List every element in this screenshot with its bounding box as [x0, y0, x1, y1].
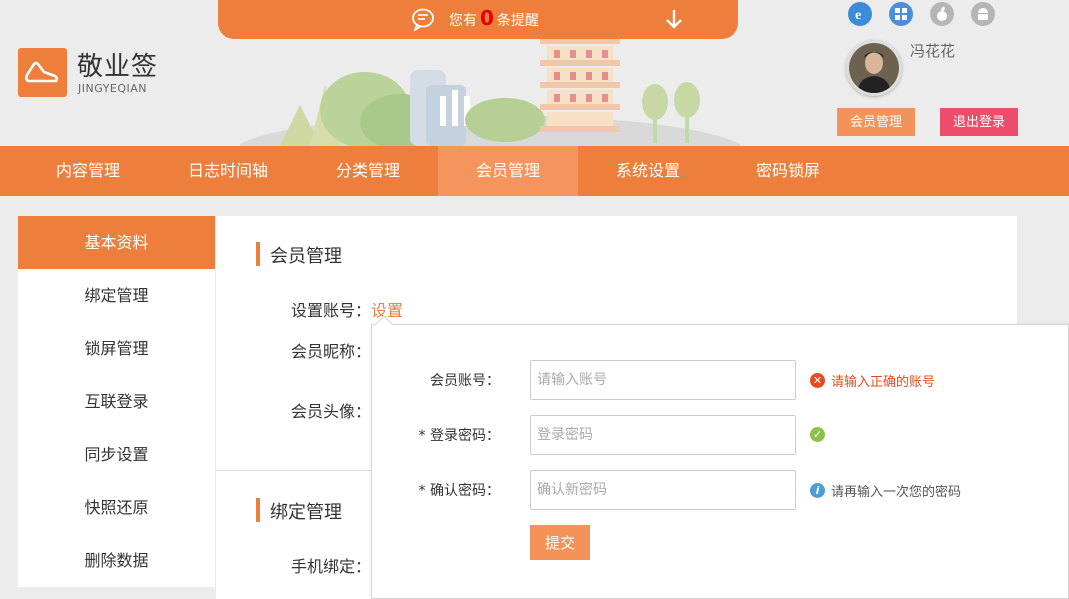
nav-item-lockscreen[interactable]: 密码锁屏 [718, 146, 858, 196]
popup-confirm-label: * 确认密码： [418, 483, 500, 499]
avatar-image [849, 43, 899, 93]
confirm-info-hint: i 请再输入一次您的密码 [810, 481, 961, 500]
brand-name: 敬业签 [77, 52, 159, 82]
ie-icon[interactable]: e [848, 2, 872, 26]
set-account-link[interactable]: 设置 [371, 301, 403, 320]
nav-item-settings[interactable]: 系统设置 [578, 146, 718, 196]
nav-item-member[interactable]: 会员管理 [438, 146, 578, 196]
submit-button[interactable]: 提交 [530, 525, 590, 560]
sidebar: 基本资料 绑定管理 锁屏管理 互联登录 同步设置 快照还原 删除数据 [18, 216, 215, 587]
popup-password-label: * 登录密码： [418, 428, 500, 444]
message-bubble-icon [412, 8, 434, 31]
popup-account-label: 会员账号： [430, 373, 500, 389]
password-input[interactable] [530, 415, 796, 455]
notification-suffix: 条提醒 [496, 13, 539, 29]
account-setup-popup: 会员账号： ✕ 请输入正确的账号 * 登录密码： ✓ * 确认密码： i 请再输… [371, 315, 1069, 599]
platform-icons: e [848, 2, 995, 26]
avatar-label: 会员头像： [291, 402, 372, 421]
nickname-label: 会员昵称： [291, 342, 372, 361]
scenery-illustration [240, 38, 740, 146]
sidebar-item-delete-data[interactable]: 删除数据 [18, 534, 215, 587]
apple-icon[interactable] [930, 2, 954, 26]
account-error-text: 请输入正确的账号 [831, 375, 936, 390]
avatar[interactable] [846, 40, 902, 96]
sidebar-item-snapshot[interactable]: 快照还原 [18, 481, 215, 534]
sign-logo-icon [24, 61, 59, 83]
sidebar-item-binding[interactable]: 绑定管理 [18, 269, 215, 322]
account-input[interactable] [530, 360, 796, 400]
notification-prefix: 您有 [449, 13, 477, 29]
nav-item-category[interactable]: 分类管理 [298, 146, 438, 196]
logout-button[interactable]: 退出登录 [940, 108, 1018, 136]
section-title-binding: 绑定管理 [256, 498, 342, 524]
sidebar-item-sync[interactable]: 同步设置 [18, 428, 215, 481]
notification-bar[interactable]: 您有 0 条提醒 [218, 0, 738, 39]
confirm-password-input[interactable] [530, 470, 796, 510]
sidebar-item-basic-info[interactable]: 基本资料 [18, 216, 215, 269]
error-icon: ✕ [810, 373, 825, 388]
windows-icon[interactable] [889, 2, 913, 26]
confirm-hint-text: 请再输入一次您的密码 [831, 485, 962, 500]
username: 冯花花 [910, 42, 956, 60]
nav-item-content[interactable]: 内容管理 [18, 146, 158, 196]
check-icon: ✓ [810, 427, 825, 442]
account-error-hint: ✕ 请输入正确的账号 [810, 371, 935, 390]
sidebar-item-connect-login[interactable]: 互联登录 [18, 375, 215, 428]
member-management-button[interactable]: 会员管理 [837, 108, 915, 136]
header: 您有 0 条提醒 敬业签 JINGYEQIAN e 冯花花 会员管理 退出登录 [0, 0, 1069, 146]
phone-binding-label: 手机绑定： [291, 557, 372, 576]
notification-text: 您有 0 条提醒 [449, 6, 539, 30]
nav-item-timeline[interactable]: 日志时间轴 [158, 146, 298, 196]
info-icon: i [810, 483, 825, 498]
svg-text:e: e [855, 8, 861, 22]
main-nav: 内容管理 日志时间轴 分类管理 会员管理 系统设置 密码锁屏 [0, 146, 1069, 196]
brand-subtitle: JINGYEQIAN [78, 82, 148, 95]
password-ok-hint: ✓ [810, 427, 825, 442]
account-label: 设置账号： [291, 301, 372, 320]
sidebar-item-lock[interactable]: 锁屏管理 [18, 322, 215, 375]
android-icon[interactable] [971, 2, 995, 26]
notification-count: 0 [480, 6, 494, 30]
arrow-down-icon[interactable] [664, 7, 684, 31]
logo[interactable] [18, 48, 67, 97]
section-title-member: 会员管理 [256, 242, 342, 268]
